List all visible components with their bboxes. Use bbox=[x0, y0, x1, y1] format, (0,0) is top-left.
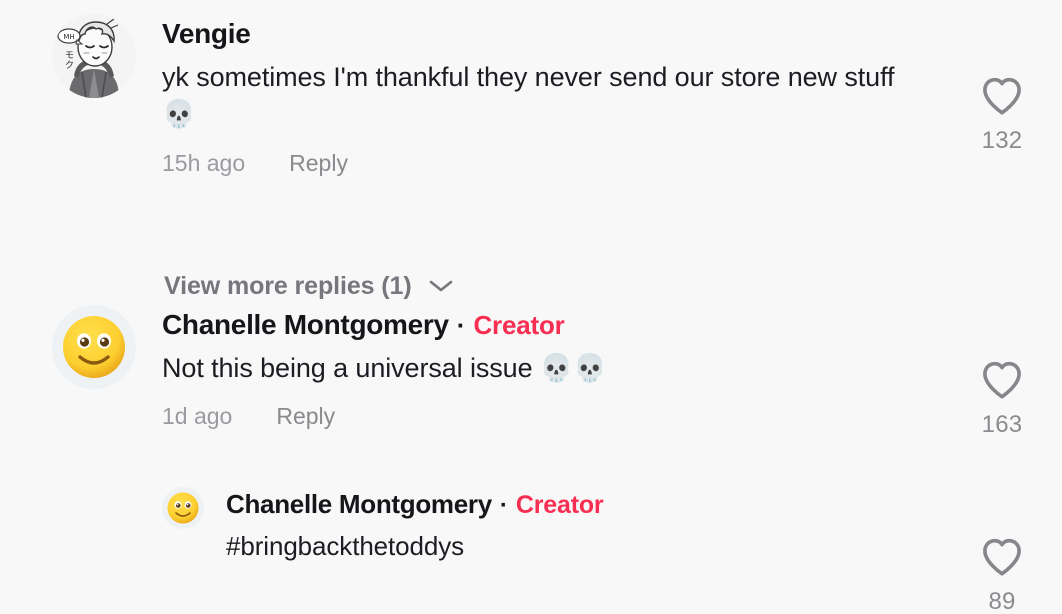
reply-button[interactable]: Reply bbox=[289, 150, 348, 177]
comment-item: Chanelle Montgomery · Creator Not this b… bbox=[0, 305, 1062, 438]
sketch-portrait-avatar-icon: MH モ ク bbox=[52, 14, 136, 98]
heart-outline-icon bbox=[980, 537, 1024, 582]
comment-author[interactable]: Vengie bbox=[162, 18, 251, 50]
avatar[interactable] bbox=[52, 305, 136, 389]
like-count: 163 bbox=[981, 411, 1023, 438]
like-count: 132 bbox=[981, 127, 1023, 154]
heart-outline-icon bbox=[980, 76, 1024, 121]
comment-meta: 1d ago Reply bbox=[162, 403, 1062, 430]
comment-body: Vengie yk sometimes I'm thankful they ne… bbox=[136, 14, 1062, 177]
comment-header: Vengie bbox=[162, 18, 1062, 50]
avatar[interactable] bbox=[162, 487, 204, 529]
smiling-face-emoji-avatar-icon bbox=[52, 305, 136, 389]
smiling-face-emoji-avatar-icon bbox=[162, 487, 204, 529]
comment-header: Chanelle Montgomery · Creator bbox=[162, 309, 1062, 341]
like-button[interactable]: 132 bbox=[980, 76, 1024, 155]
like-button[interactable]: 89 bbox=[980, 537, 1024, 614]
reply-button[interactable]: Reply bbox=[276, 403, 335, 430]
like-count: 89 bbox=[988, 588, 1016, 614]
comment-item-nested: Chanelle Montgomery · Creator #bringback… bbox=[0, 487, 1062, 614]
svg-text:モ: モ bbox=[65, 51, 74, 61]
comment-meta: 15h ago Reply bbox=[162, 150, 1062, 177]
avatar[interactable]: MH モ ク bbox=[52, 14, 136, 98]
comment-author[interactable]: Chanelle Montgomery bbox=[226, 489, 492, 520]
comment-thread-vengie: MH モ ク Vengie yk sometimes I'm thankful … bbox=[0, 14, 1062, 177]
view-more-replies-button[interactable]: View more replies (1) bbox=[164, 272, 454, 301]
chevron-down-icon bbox=[428, 272, 454, 301]
view-more-replies-row: View more replies (1) bbox=[0, 238, 1062, 301]
svg-text:MH: MH bbox=[63, 33, 74, 41]
separator-dot: · bbox=[456, 310, 466, 340]
svg-text:ク: ク bbox=[65, 60, 74, 71]
heart-outline-icon bbox=[980, 360, 1024, 405]
creator-badge: Creator bbox=[515, 491, 604, 519]
comment-author[interactable]: Chanelle Montgomery bbox=[162, 309, 449, 341]
comment-thread-nested-reply: Chanelle Montgomery · Creator #bringback… bbox=[0, 487, 1062, 614]
creator-badge: Creator bbox=[473, 310, 565, 340]
separator-dot: · bbox=[499, 492, 508, 519]
comment-list: MH モ ク Vengie yk sometimes I'm thankful … bbox=[0, 0, 1062, 614]
view-more-replies-label: View more replies (1) bbox=[164, 272, 412, 300]
comment-thread-chanelle: Chanelle Montgomery · Creator Not this b… bbox=[0, 305, 1062, 438]
comment-text: Not this being a universal issue 💀💀 bbox=[162, 353, 607, 383]
comment-body: Chanelle Montgomery · Creator #bringback… bbox=[204, 487, 1062, 565]
comment-text: yk sometimes I'm thankful they never sen… bbox=[162, 62, 895, 130]
comment-text: #bringbackthetoddys bbox=[226, 531, 465, 561]
comment-body: Chanelle Montgomery · Creator Not this b… bbox=[136, 305, 1062, 430]
comment-timestamp: 1d ago bbox=[162, 403, 233, 430]
like-button[interactable]: 163 bbox=[980, 360, 1024, 439]
comment-item: MH モ ク Vengie yk sometimes I'm thankful … bbox=[0, 14, 1062, 177]
comment-timestamp: 15h ago bbox=[162, 149, 246, 176]
comment-header: Chanelle Montgomery · Creator bbox=[226, 489, 1062, 520]
